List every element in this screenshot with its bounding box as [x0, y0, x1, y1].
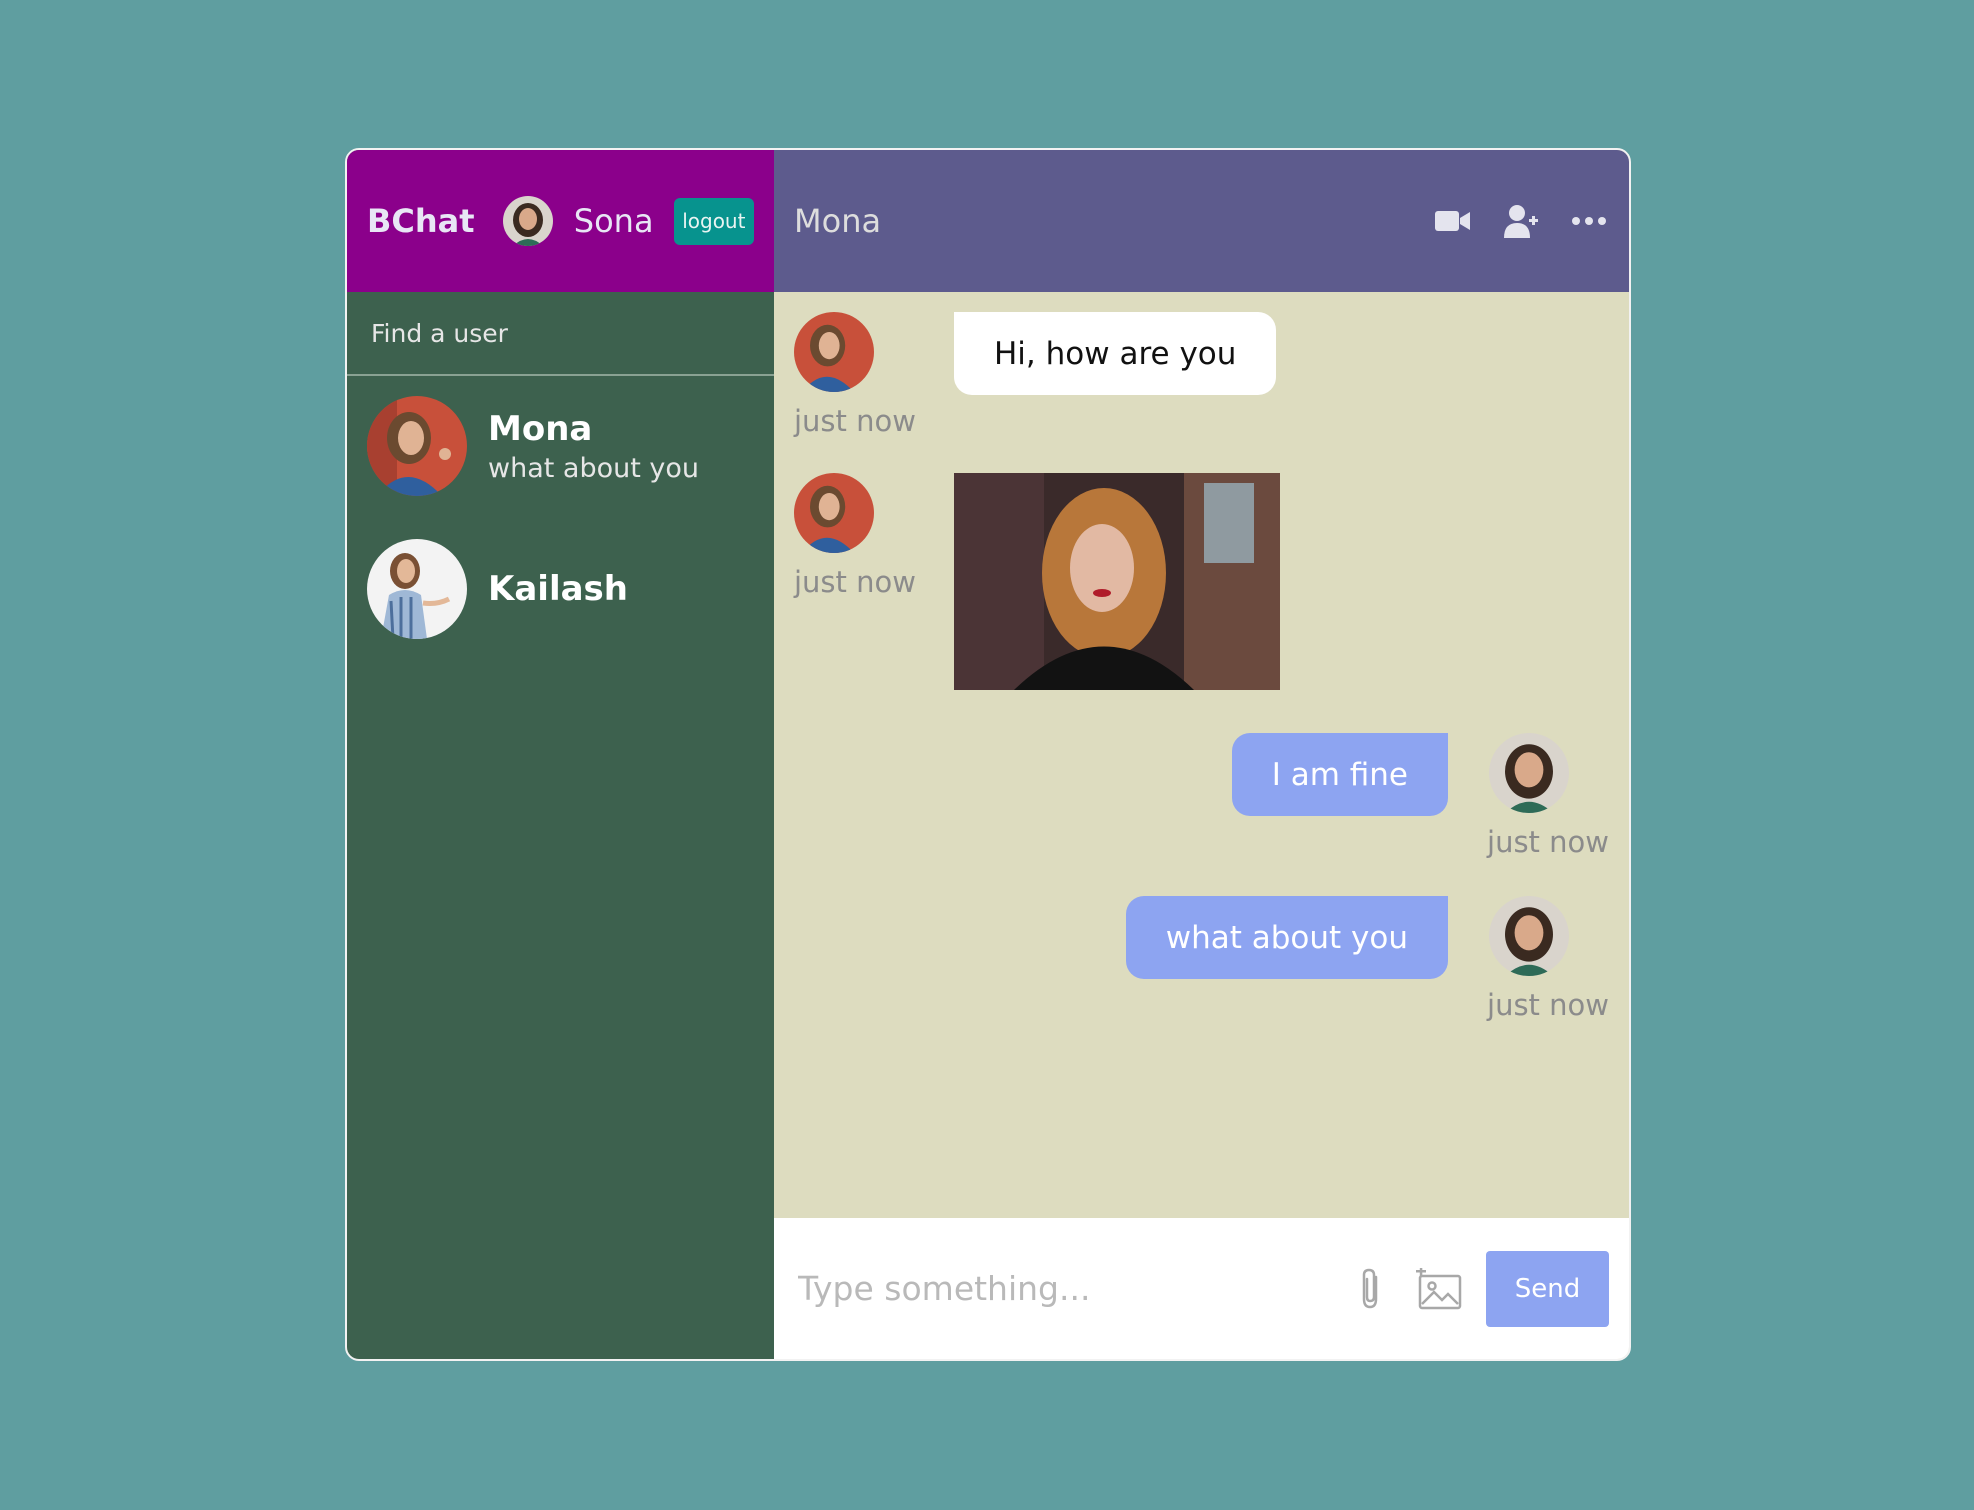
message-meta: just now: [794, 312, 916, 438]
message-avatar: [1489, 733, 1570, 813]
message-meta: just now: [794, 473, 916, 599]
chat-app: BChat Sona logout Find a user Mona what …: [345, 148, 1631, 1361]
message-image[interactable]: [954, 473, 1280, 690]
user-search: [347, 292, 774, 376]
chat-header: Mona: [774, 150, 1629, 292]
add-user-icon[interactable]: [1501, 201, 1541, 241]
brand-logo: BChat: [367, 202, 475, 240]
message-avatar: [794, 473, 874, 553]
more-icon[interactable]: [1569, 201, 1609, 241]
message-input[interactable]: [798, 1269, 1346, 1308]
message-time: just now: [794, 404, 916, 438]
current-user-name: Sona: [573, 202, 654, 240]
message-time: just now: [1487, 825, 1609, 859]
send-button[interactable]: Send: [1486, 1250, 1609, 1327]
attach-icon[interactable]: [1346, 1264, 1396, 1314]
message-avatar: [794, 312, 874, 392]
message-bubble: I am fine: [1231, 733, 1448, 816]
chat-panel: Mona just now Hi, how are you just now I…: [774, 150, 1629, 1359]
message-input-bar: Send: [774, 1218, 1629, 1359]
message-avatar: [1489, 896, 1570, 976]
message-time: just now: [794, 565, 916, 599]
video-camera-icon[interactable]: [1433, 201, 1473, 241]
user-text: Mona what about you: [488, 409, 699, 484]
messages-area[interactable]: just now Hi, how are you just now I am f…: [774, 292, 1629, 1218]
current-user-avatar: [502, 196, 553, 246]
user-name: Kailash: [488, 569, 628, 609]
user-avatar: [367, 539, 467, 639]
user-text: Kailash: [488, 569, 628, 609]
sidebar-header: BChat Sona logout: [347, 150, 774, 292]
add-image-icon[interactable]: [1414, 1264, 1464, 1314]
message-meta: just now: [1487, 896, 1609, 1022]
user-name: Mona: [488, 408, 593, 449]
message-bubble: what about you: [1125, 896, 1448, 979]
user-list-item-kailash[interactable]: Kailash: [347, 516, 774, 662]
chat-title: Mona: [794, 202, 882, 240]
message-time: just now: [1487, 988, 1609, 1022]
search-input[interactable]: [371, 318, 750, 348]
user-avatar: [367, 396, 467, 496]
user-last-message: what about you: [488, 452, 700, 484]
message-meta: just now: [1487, 733, 1609, 859]
user-list-item-mona[interactable]: Mona what about you: [347, 376, 774, 516]
sidebar: BChat Sona logout Find a user Mona what …: [347, 150, 774, 1359]
message-bubble: Hi, how are you: [954, 312, 1277, 395]
logout-button[interactable]: logout: [673, 197, 754, 245]
